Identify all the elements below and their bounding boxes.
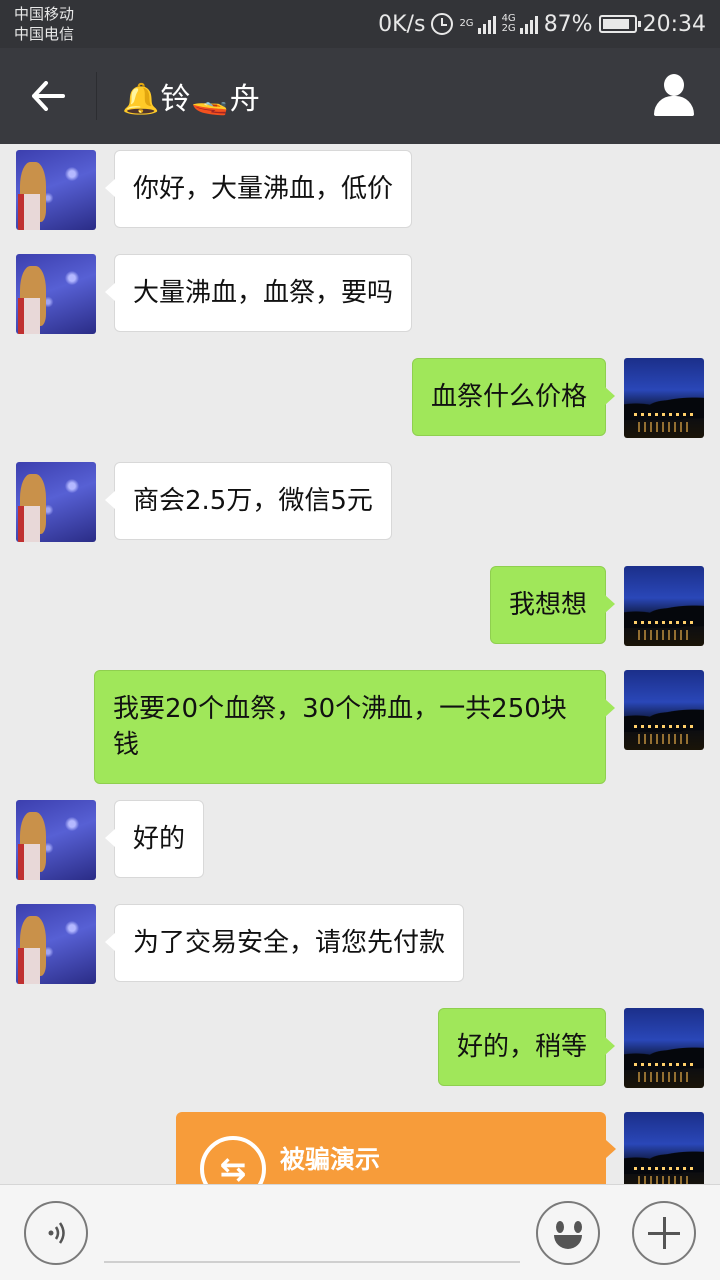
transfer-title: 被骗演示: [280, 1145, 381, 1174]
contact-avatar[interactable]: [16, 462, 96, 542]
header-divider: [96, 72, 97, 120]
emoji-eye-right: [574, 1221, 582, 1233]
own-avatar[interactable]: [624, 1008, 704, 1088]
status-bar: 中国移动 中国电信 0K/s 2G 4G 2G 87% 20:34: [0, 0, 720, 48]
own-avatar[interactable]: [624, 1112, 704, 1184]
voice-icon[interactable]: [24, 1201, 88, 1265]
signal-icon-2: [519, 14, 538, 34]
message-bubble[interactable]: 我要20个血祭，30个沸血，一共250块钱: [94, 670, 615, 784]
clock: 20:34: [642, 11, 706, 37]
message-bubble[interactable]: 大量沸血，血祭，要吗: [104, 254, 413, 332]
message-bubble[interactable]: 你好，大量沸血，低价: [104, 150, 413, 228]
message-bubble[interactable]: 为了交易安全，请您先付款: [104, 904, 465, 982]
transfer-icon: ⇆: [200, 1136, 266, 1184]
chat-title: 🔔铃🚤舟: [122, 82, 261, 117]
chat-header: 🔔铃🚤舟: [0, 48, 720, 144]
voice-svg: [48, 1222, 65, 1244]
transfer-card[interactable]: ⇆ 被骗演示: [176, 1112, 616, 1184]
person-icon-head: [664, 74, 684, 96]
alarm-icon: [431, 13, 454, 35]
plus-icon[interactable]: [632, 1201, 696, 1265]
emoji-mouth: [554, 1235, 582, 1249]
input-bar: [0, 1184, 720, 1280]
sim1-label: 2G: [459, 18, 474, 29]
emoji-icon[interactable]: [536, 1201, 600, 1265]
back-arrow-icon[interactable]: [22, 70, 74, 122]
own-avatar[interactable]: [624, 566, 704, 646]
battery-fill: [602, 19, 629, 29]
message-bubble[interactable]: 商会2.5万，微信5元: [105, 462, 392, 540]
battery-percent: 87%: [543, 11, 593, 37]
message-bubble[interactable]: 血祭什么价格: [411, 358, 616, 436]
carrier-2: 中国电信: [14, 25, 75, 43]
emoji-eye-left: [556, 1221, 564, 1233]
message-input[interactable]: [104, 1205, 520, 1263]
message-list[interactable]: 你好，大量沸血，低价 大量沸血，血祭，要吗 血祭什么价格 商会2.5万，微信5元…: [0, 144, 720, 1184]
message-bubble[interactable]: 好的: [104, 800, 205, 878]
signal-icon: [477, 14, 496, 34]
carrier-1: 中国移动: [14, 5, 75, 23]
own-avatar[interactable]: [624, 358, 704, 438]
contact-avatar[interactable]: [16, 904, 96, 984]
battery-icon: [598, 15, 641, 33]
status-indicators: 0K/s 2G 4G 2G 87% 20:34: [378, 0, 706, 48]
sim2-label: 4G 2G: [501, 13, 516, 34]
own-avatar[interactable]: [624, 670, 704, 750]
person-icon[interactable]: [652, 74, 696, 118]
contact-avatar[interactable]: [16, 254, 96, 334]
contact-avatar[interactable]: [16, 150, 96, 230]
message-bubble[interactable]: 好的，稍等: [437, 1008, 616, 1086]
back-arrow-svg: [32, 81, 65, 111]
carrier-info: 中国移动 中国电信: [14, 4, 74, 44]
message-bubble[interactable]: 我想想: [489, 566, 616, 644]
person-icon-body: [654, 96, 694, 116]
net-speed: 0K/s: [378, 11, 426, 37]
contact-avatar[interactable]: [16, 800, 96, 880]
